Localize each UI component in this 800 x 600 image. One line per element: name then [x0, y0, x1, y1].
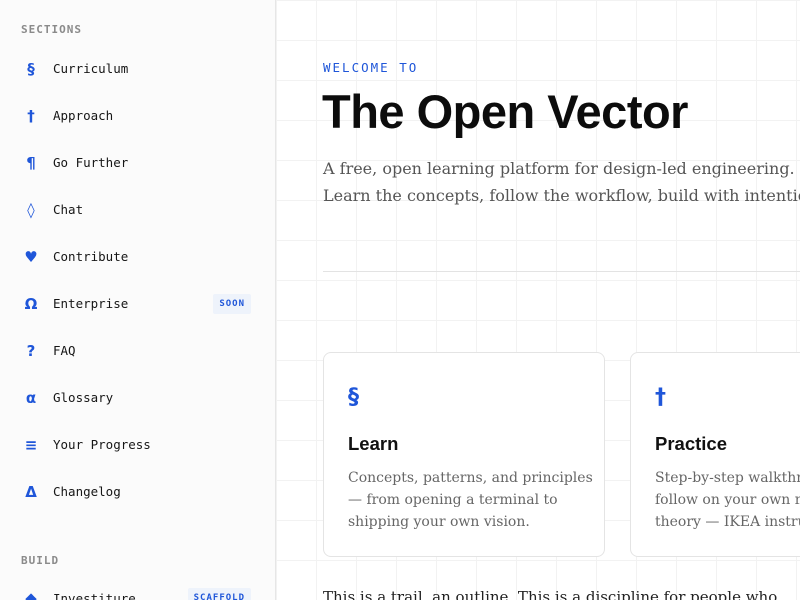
- card-title: Learn: [348, 433, 399, 454]
- sidebar-item-label: Chat: [53, 202, 84, 217]
- sidebar-item-contribute[interactable]: ♥ Contribute: [0, 233, 275, 280]
- sidebar-item-investiture[interactable]: ◆ Investiture SCAFFOLD: [0, 576, 275, 600]
- sidebar-item-label: Go Further: [53, 155, 129, 170]
- question-mark-icon: ?: [26, 341, 36, 360]
- main-content: WELCOME TO The Open Vector A free, open …: [276, 0, 800, 600]
- heart-icon: ♥: [24, 247, 38, 266]
- sidebar-item-label: Contribute: [53, 249, 129, 264]
- dagger-icon: †: [27, 106, 35, 125]
- sidebar-item-label: Enterprise: [53, 296, 129, 311]
- sidebar-item-label: FAQ: [53, 343, 76, 358]
- section-sign-icon: §: [27, 59, 35, 78]
- sidebar-item-glossary[interactable]: α Glossary: [0, 374, 275, 421]
- sidebar-item-label: Curriculum: [53, 61, 129, 76]
- build-heading: BUILD: [21, 554, 60, 567]
- pilcrow-icon: ¶: [26, 153, 36, 172]
- sidebar-item-label: Investiture: [53, 590, 136, 600]
- learn-card[interactable]: § Learn Concepts, patterns, and principl…: [323, 352, 605, 557]
- section-sign-icon: §: [348, 385, 359, 410]
- divider: [323, 271, 800, 272]
- sidebar-item-faq[interactable]: ? FAQ: [0, 327, 275, 374]
- practice-card[interactable]: † Practice Step-by-step walkthroughs you…: [630, 352, 800, 557]
- card-description: Concepts, patterns, and principles — fro…: [348, 470, 593, 530]
- sections-nav: § Curriculum † Approach ¶ Go Further ◊ C…: [0, 45, 275, 515]
- build-nav: ◆ Investiture SCAFFOLD: [0, 576, 275, 600]
- sidebar-item-your-progress[interactable]: ≡ Your Progress: [0, 421, 275, 468]
- intro-paragraph: A free, open learning platform for desig…: [323, 159, 800, 205]
- body-text: This is a trail, an outline. This is a d…: [323, 588, 778, 600]
- sidebar-item-label: Glossary: [53, 390, 114, 405]
- sidebar-item-changelog[interactable]: Δ Changelog: [0, 468, 275, 515]
- card-title: Practice: [655, 433, 727, 454]
- sections-heading: SECTIONS: [21, 23, 82, 36]
- sidebar-item-label: Changelog: [53, 484, 121, 499]
- card-description: Step-by-step walkthroughs you follow on …: [655, 470, 800, 530]
- alpha-icon: α: [25, 388, 37, 407]
- dagger-icon: †: [655, 385, 666, 410]
- diamond-icon: ◆: [25, 589, 37, 600]
- soon-badge: SOON: [213, 293, 251, 314]
- omega-icon: Ω: [24, 294, 38, 313]
- triple-bar-icon: ≡: [24, 435, 38, 454]
- scaffold-badge: SCAFFOLD: [187, 588, 251, 600]
- sidebar-item-curriculum[interactable]: § Curriculum: [0, 45, 275, 92]
- sidebar: SECTIONS § Curriculum † Approach ¶ Go Fu…: [0, 0, 276, 600]
- sidebar-item-chat[interactable]: ◊ Chat: [0, 186, 275, 233]
- sidebar-item-enterprise[interactable]: Ω Enterprise SOON: [0, 280, 275, 327]
- eyebrow-text: WELCOME TO: [323, 60, 419, 75]
- sidebar-item-label: Your Progress: [53, 437, 151, 452]
- sidebar-item-approach[interactable]: † Approach: [0, 92, 275, 139]
- lozenge-icon: ◊: [27, 200, 35, 219]
- sidebar-item-label: Approach: [53, 108, 114, 123]
- page-title: The Open Vector: [322, 85, 688, 138]
- delta-icon: Δ: [25, 482, 37, 501]
- sidebar-item-go-further[interactable]: ¶ Go Further: [0, 139, 275, 186]
